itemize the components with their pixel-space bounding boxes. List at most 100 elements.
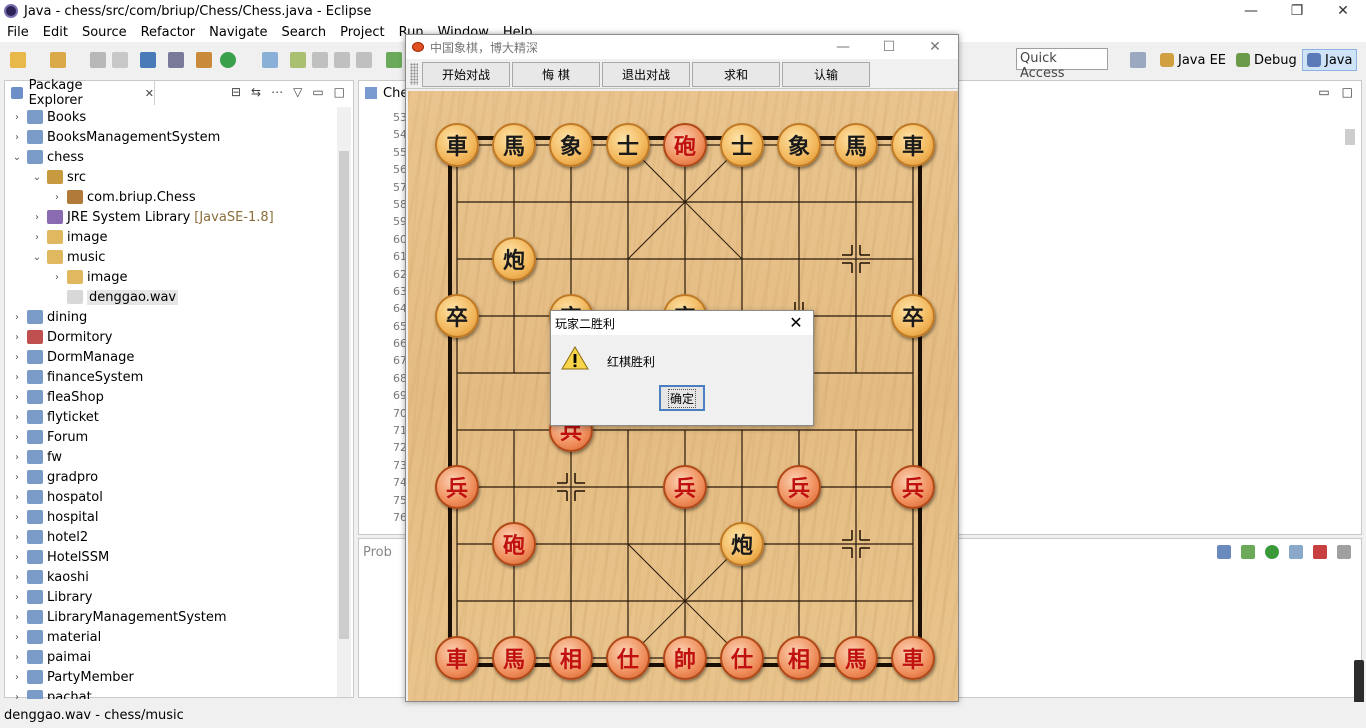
offer-draw-button[interactable]: 求和 [692,62,780,87]
tree-item[interactable]: › image [5,267,337,287]
menu-search[interactable]: Search [274,25,333,40]
save-all-icon[interactable] [112,52,128,68]
chess-piece-black[interactable]: 炮 [720,522,764,566]
chess-piece-red[interactable]: 相 [777,636,821,680]
chevron-right-icon[interactable]: › [11,612,23,623]
minimize-view-icon[interactable]: ▭ [312,85,323,99]
editor-scrollbar[interactable] [1343,109,1357,509]
filter-icon[interactable]: ⋯ [271,85,283,99]
tree-item[interactable]: ⌄ chess [5,147,337,167]
menu-project[interactable]: Project [333,25,391,40]
chevron-right-icon[interactable]: › [11,372,23,383]
tree-item[interactable]: › dining [5,307,337,327]
chevron-right-icon[interactable]: › [11,352,23,363]
build-icon[interactable] [196,52,212,68]
tree-item[interactable]: › hospital [5,507,337,527]
tree-item[interactable]: › Forum [5,427,337,447]
tree-item[interactable]: › pachat [5,687,337,699]
terminate-icon[interactable] [1313,545,1327,559]
chevron-right-icon[interactable]: › [11,572,23,583]
tree-item[interactable]: › fleaShop [5,387,337,407]
link-editor-icon[interactable]: ⇆ [251,85,261,99]
console-icon[interactable] [1217,545,1231,559]
scrollbar-thumb[interactable] [1345,129,1355,145]
collapse-all-icon[interactable]: ⊟ [231,85,241,99]
chevron-right-icon[interactable]: › [11,512,23,523]
chess-piece-red[interactable]: 仕 [720,636,764,680]
chess-piece-black[interactable]: 卒 [891,294,935,338]
chess-piece-black[interactable]: 卒 [435,294,479,338]
tree-item[interactable]: › hospatol [5,487,337,507]
chess-piece-red[interactable]: 兵 [663,465,707,509]
toggle-mark-icon[interactable] [168,52,184,68]
chess-piece-black[interactable]: 馬 [834,123,878,167]
chevron-right-icon[interactable]: › [11,632,23,643]
tree-item[interactable]: › HotelSSM [5,547,337,567]
start-game-button[interactable]: 开始对战 [422,62,510,87]
menu-source[interactable]: Source [75,25,134,40]
chess-piece-black[interactable]: 馬 [492,123,536,167]
tree-item[interactable]: denggao.wav [5,287,337,307]
chess-piece-black[interactable]: 炮 [492,237,536,281]
chevron-right-icon[interactable]: › [11,332,23,343]
nav-icon[interactable] [312,52,328,68]
debug-bug-icon[interactable] [1241,545,1255,559]
chevron-right-icon[interactable]: › [11,532,23,543]
tree-item[interactable]: › flyticket [5,407,337,427]
minimize-button[interactable]: — [1228,0,1274,22]
tree-item[interactable]: › fw [5,447,337,467]
run-icon[interactable] [220,52,236,68]
chevron-down-icon[interactable]: ⌄ [31,172,43,183]
perspective-java[interactable]: Java [1302,49,1358,71]
chevron-right-icon[interactable]: › [11,592,23,603]
chevron-right-icon[interactable]: › [31,232,43,243]
chevron-down-icon[interactable]: ⌄ [31,252,43,263]
chess-piece-red[interactable]: 車 [435,636,479,680]
minimize-view-icon[interactable]: ▭ [1318,85,1329,99]
minimize-button[interactable]: — [820,35,866,59]
chess-piece-red[interactable]: 車 [891,636,935,680]
menu-edit[interactable]: Edit [36,25,75,40]
chess-piece-black[interactable]: 士 [606,123,650,167]
toolbar-grip-icon[interactable] [410,63,418,85]
new-package-icon[interactable] [50,52,66,68]
chevron-right-icon[interactable]: › [11,552,23,563]
chess-piece-red[interactable]: 砲 [663,123,707,167]
chevron-right-icon[interactable]: › [11,312,23,323]
display-selected-icon[interactable] [1337,545,1351,559]
pin-icon[interactable] [334,52,350,68]
chevron-right-icon[interactable]: › [11,692,23,700]
chevron-right-icon[interactable]: › [11,132,23,143]
save-icon[interactable] [90,52,106,68]
chevron-down-icon[interactable]: ⌄ [11,152,23,163]
perspective-debug[interactable]: Debug [1236,49,1297,71]
resign-button[interactable]: 认输 [782,62,870,87]
tree-item[interactable]: › Books [5,107,337,127]
tab-problems[interactable]: Prob [363,545,392,560]
tree-item[interactable]: › Dormitory [5,327,337,347]
chess-piece-red[interactable]: 帥 [663,636,707,680]
tree-item[interactable]: › JRE System Library [JavaSE-1.8] [5,207,337,227]
tree-item[interactable]: › hotel2 [5,527,337,547]
scrollbar-thumb[interactable] [339,151,349,639]
paragraph-icon[interactable] [356,52,372,68]
restore-button[interactable]: ❐ [1274,0,1320,22]
chevron-right-icon[interactable]: › [51,192,63,203]
chevron-right-icon[interactable]: › [11,472,23,483]
maximize-view-icon[interactable]: □ [1342,85,1353,99]
ok-button[interactable]: 确定 [659,385,705,411]
chevron-right-icon[interactable]: › [11,672,23,683]
tree-item[interactable]: › gradpro [5,467,337,487]
chevron-right-icon[interactable]: › [11,452,23,463]
tree-item[interactable]: › LibraryManagementSystem [5,607,337,627]
maximize-view-icon[interactable]: □ [334,85,345,99]
new-icon[interactable] [10,52,26,68]
menu-file[interactable]: File [0,25,36,40]
close-icon[interactable]: ✕ [785,313,807,332]
annotation-icon[interactable] [290,52,306,68]
tree-item[interactable]: › image [5,227,337,247]
tree-item[interactable]: › Library [5,587,337,607]
chess-piece-red[interactable]: 兵 [891,465,935,509]
tree-item[interactable]: › BooksManagementSystem [5,127,337,147]
chevron-right-icon[interactable]: › [11,412,23,423]
